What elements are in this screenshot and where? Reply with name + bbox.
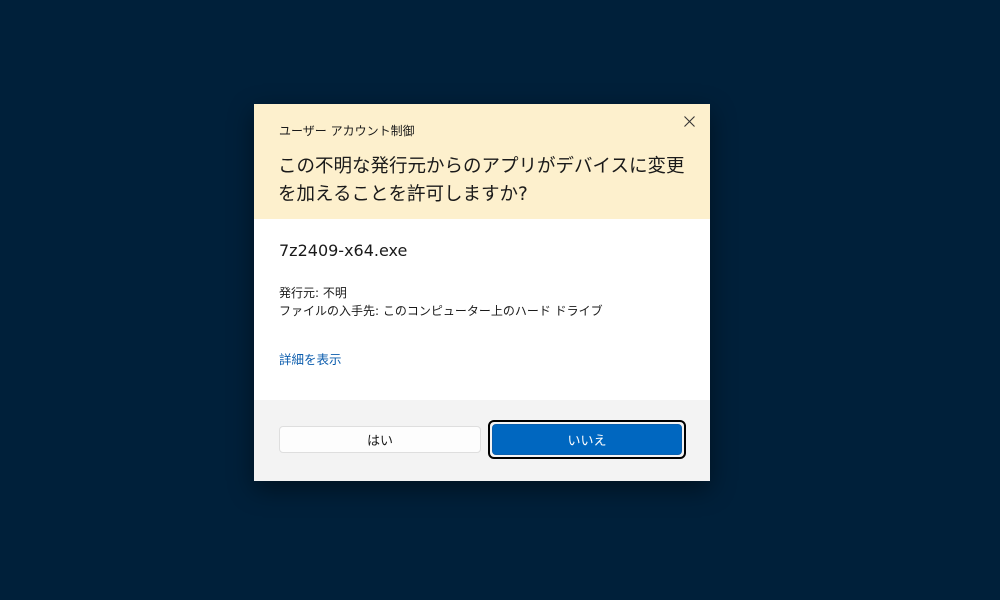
dialog-caption: ユーザー アカウント制御 [279, 124, 415, 138]
no-button[interactable]: いいえ [492, 424, 682, 455]
program-info: 発行元: 不明 ファイルの入手先: このコンピューター上のハード ドライブ [279, 284, 603, 320]
show-details-link[interactable]: 詳細を表示 [279, 349, 342, 368]
publisher-line: 発行元: 不明 [279, 286, 347, 300]
close-button[interactable] [676, 110, 702, 132]
yes-button[interactable]: はい [279, 426, 481, 453]
origin-line: ファイルの入手先: このコンピューター上のハード ドライブ [279, 304, 603, 318]
dialog-header: ユーザー アカウント制御 この不明な発行元からのアプリがデバイスに変更を加えるこ… [254, 104, 710, 219]
dialog-question: この不明な発行元からのアプリがデバイスに変更を加えることを許可しますか? [278, 156, 685, 205]
uac-dialog: ユーザー アカウント制御 この不明な発行元からのアプリがデバイスに変更を加えるこ… [254, 104, 710, 481]
close-icon [683, 115, 695, 127]
program-name: 7z2409-x64.exe [279, 241, 408, 260]
dialog-footer: はい いいえ [254, 400, 710, 481]
